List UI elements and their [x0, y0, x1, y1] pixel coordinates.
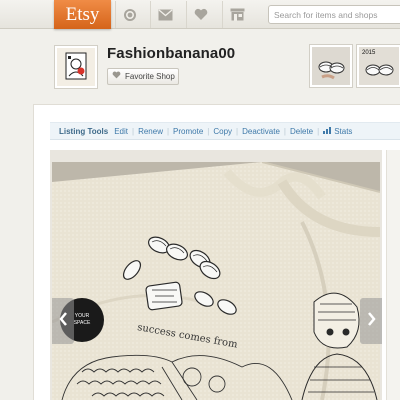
- favorite-shop-button[interactable]: Favorite Shop: [107, 68, 179, 85]
- stats-icon: [323, 126, 332, 136]
- listing-photo[interactable]: YOUR SPACE success comes from: [52, 162, 380, 400]
- next-image-button[interactable]: [360, 298, 382, 344]
- favorite-shop-label: Favorite Shop: [125, 72, 175, 81]
- top-navigation-bar: Etsy: [0, 0, 400, 29]
- shop-name[interactable]: Fashionbanana00: [107, 45, 235, 62]
- divider: |: [236, 126, 239, 136]
- promote-link[interactable]: Promote: [173, 127, 203, 136]
- chevron-left-icon: [58, 311, 68, 331]
- divider: |: [207, 126, 210, 136]
- previous-image-button[interactable]: [52, 298, 74, 344]
- image-side-strip: [386, 150, 400, 400]
- svg-text:SPACE: SPACE: [74, 320, 91, 326]
- edit-link[interactable]: Edit: [114, 127, 128, 136]
- stats-link[interactable]: Stats: [334, 127, 352, 136]
- divider: |: [317, 126, 320, 136]
- heart-icon: [112, 69, 121, 84]
- divider: |: [283, 126, 286, 136]
- listing-tools-bar: Listing Tools Edit | Renew | Promote | C…: [50, 122, 400, 140]
- delete-link[interactable]: Delete: [290, 127, 313, 136]
- etsy-logo[interactable]: Etsy: [54, 0, 111, 29]
- search-input[interactable]: [268, 5, 400, 24]
- shop-avatar[interactable]: [54, 45, 98, 89]
- divider: |: [131, 126, 135, 136]
- chevron-right-icon: [367, 311, 376, 331]
- thumbnail-label: 2015: [362, 50, 376, 56]
- mail-icon[interactable]: [150, 1, 179, 28]
- divider: |: [166, 126, 170, 136]
- featured-item-thumbnail[interactable]: [309, 44, 353, 88]
- renew-link[interactable]: Renew: [138, 127, 163, 136]
- featured-item-thumbnail[interactable]: 2015: [356, 44, 400, 88]
- svg-text:YOUR: YOUR: [75, 313, 90, 319]
- listing-tools-label: Listing Tools: [59, 126, 109, 136]
- copy-link[interactable]: Copy: [213, 127, 232, 136]
- heart-icon[interactable]: [186, 1, 215, 28]
- shop-icon[interactable]: [222, 1, 251, 28]
- activity-icon[interactable]: [115, 1, 144, 28]
- deactivate-link[interactable]: Deactivate: [242, 127, 280, 136]
